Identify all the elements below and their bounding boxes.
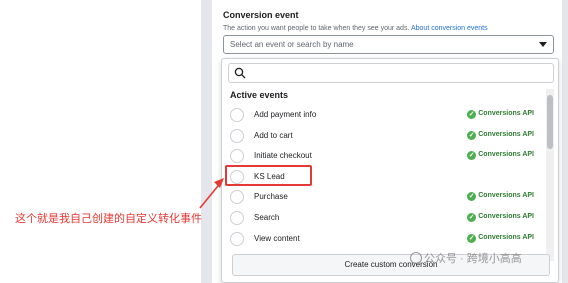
annotation-text: 这个就是我自己创建的自定义转化事件 xyxy=(15,213,202,225)
watermark-text: 公众号 · 跨境小高高 xyxy=(424,253,522,265)
wechat-icon xyxy=(410,252,422,264)
watermark: 公众号 · 跨境小高高 xyxy=(410,250,522,266)
annotation-arrow xyxy=(199,178,224,209)
